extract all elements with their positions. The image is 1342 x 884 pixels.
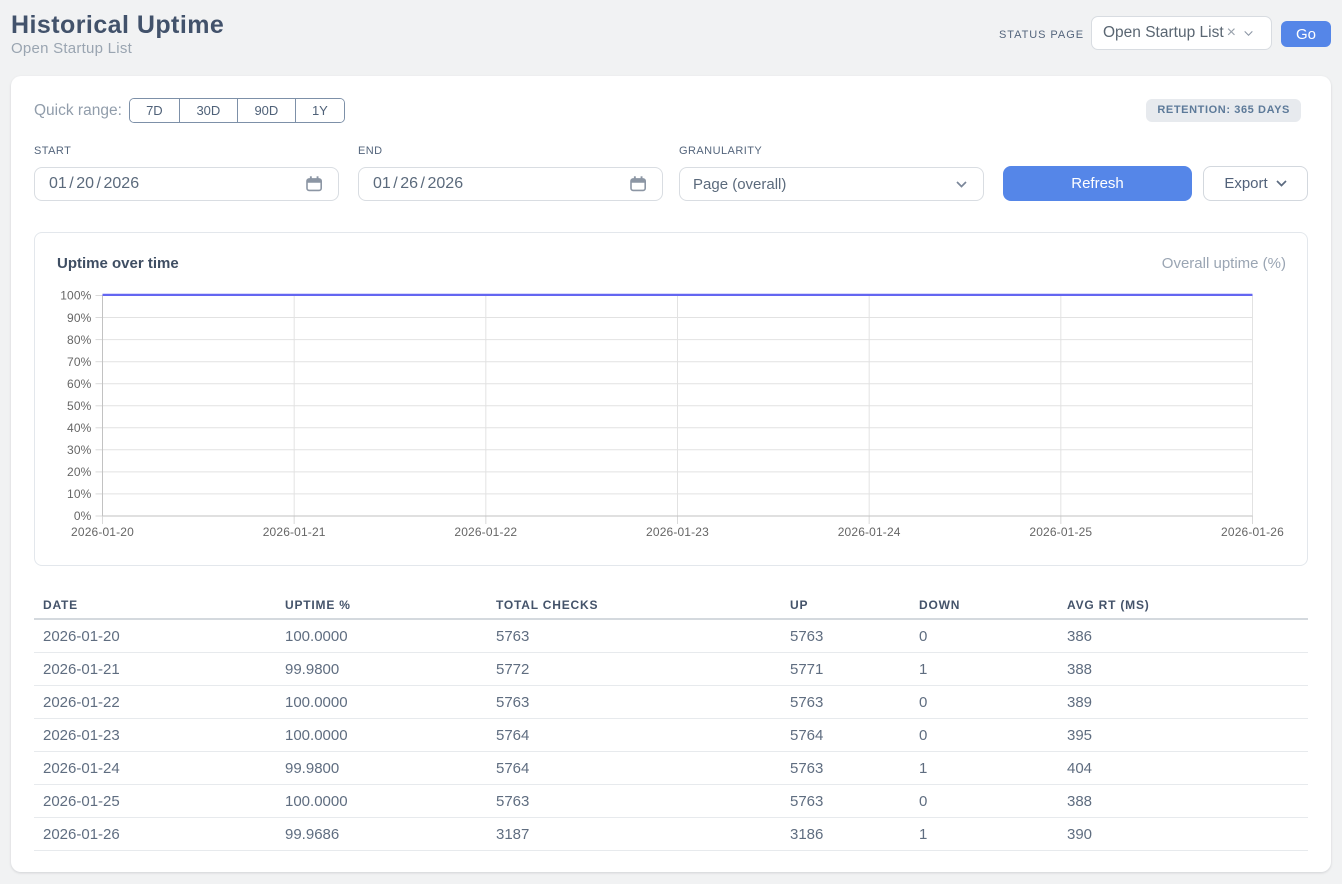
svg-text:50%: 50%: [67, 399, 92, 413]
svg-text:70%: 70%: [67, 355, 92, 369]
svg-text:100%: 100%: [60, 289, 91, 303]
svg-text:90%: 90%: [67, 311, 92, 325]
svg-text:20%: 20%: [67, 465, 92, 479]
svg-text:80%: 80%: [67, 333, 92, 347]
svg-text:2026-01-22: 2026-01-22: [454, 525, 517, 539]
svg-text:60%: 60%: [67, 377, 92, 391]
svg-text:2026-01-21: 2026-01-21: [263, 525, 326, 539]
svg-text:40%: 40%: [67, 421, 92, 435]
svg-text:2026-01-26: 2026-01-26: [1221, 525, 1284, 539]
svg-text:2026-01-24: 2026-01-24: [838, 525, 901, 539]
svg-text:2026-01-20: 2026-01-20: [71, 525, 134, 539]
svg-text:2026-01-23: 2026-01-23: [646, 525, 709, 539]
svg-text:2026-01-25: 2026-01-25: [1029, 525, 1092, 539]
svg-text:10%: 10%: [67, 487, 92, 501]
svg-text:30%: 30%: [67, 443, 92, 457]
svg-text:0%: 0%: [74, 509, 92, 523]
